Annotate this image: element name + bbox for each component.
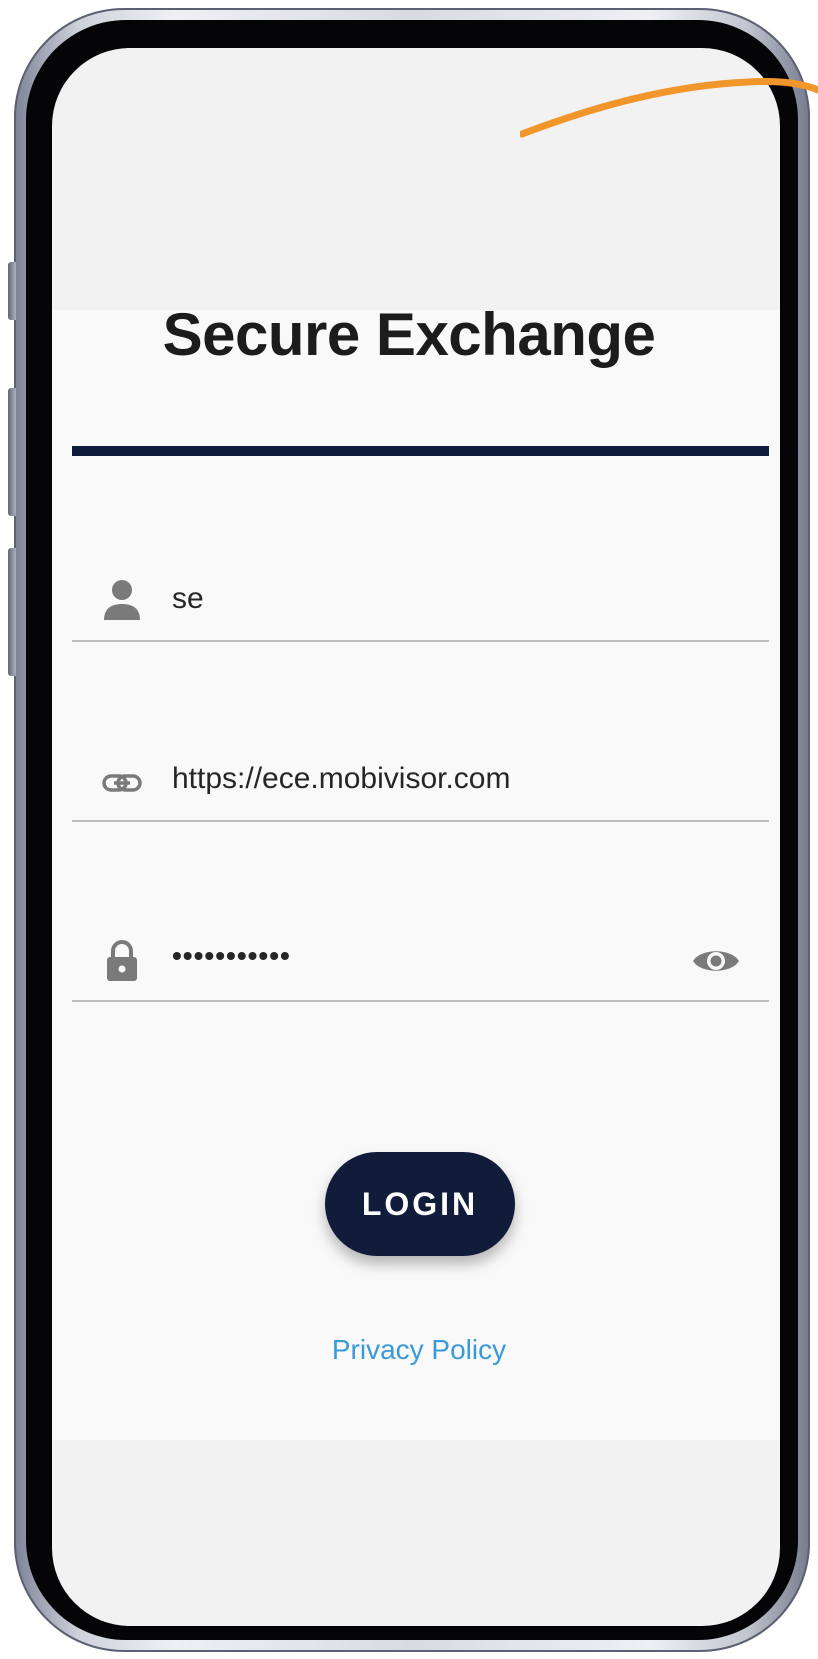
content-panel <box>52 310 780 1440</box>
phone-mockup: Secure Exchange se https://ece.mobivisor… <box>0 0 818 1659</box>
phone-screen <box>52 48 780 1626</box>
side-button-volume-down <box>8 548 16 676</box>
login-button[interactable]: LOGIN <box>325 1152 515 1256</box>
username-field[interactable]: se <box>72 570 769 642</box>
side-button-volume-up <box>8 388 16 516</box>
username-value: se <box>172 582 204 615</box>
title-divider <box>72 446 769 456</box>
lock-icon <box>107 940 137 981</box>
server-url-value: https://ece.mobivisor.com <box>172 762 511 795</box>
password-value: ••••••••••• <box>172 940 291 971</box>
eye-icon[interactable] <box>691 944 741 978</box>
person-icon <box>104 580 140 620</box>
privacy-policy-link[interactable]: Privacy Policy <box>0 1334 818 1366</box>
password-field[interactable]: ••••••••••• <box>72 930 769 1002</box>
page-title: Secure Exchange <box>162 301 656 368</box>
link-icon <box>102 774 142 792</box>
server-url-field[interactable]: https://ece.mobivisor.com <box>72 750 769 822</box>
annotation-stroke <box>520 78 818 138</box>
